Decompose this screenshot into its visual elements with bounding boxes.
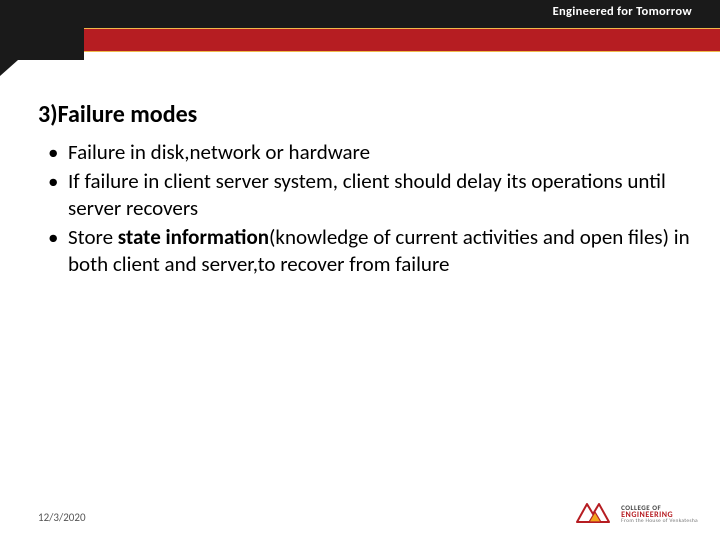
logo-text: COLLEGE OF ENGINEERING From the House of… [621, 504, 698, 525]
logo-line3: From the House of Venkatesha [621, 519, 698, 525]
bullet-prefix: Store [68, 224, 118, 250]
tagline-text: Engineered for Tomorrow [553, 4, 692, 19]
red-band [0, 28, 720, 52]
bullet-bold: state information [118, 224, 269, 250]
slide-heading: 3)Failure modes [38, 100, 690, 129]
left-square-notch [0, 60, 18, 76]
bullet-list: Failure in disk,network or hardware If f… [48, 139, 690, 277]
bullet-text: Failure in disk,network or hardware [68, 139, 370, 165]
bullet-text: If failure in client server system, clie… [68, 168, 666, 221]
slide: Engineered for Tomorrow 3)Failure modes … [0, 0, 720, 540]
footer-logo: COLLEGE OF ENGINEERING From the House of… [575, 500, 698, 528]
content-area: 3)Failure modes Failure in disk,network … [38, 100, 690, 279]
logo-mark-icon [575, 500, 615, 528]
footer-date: 12/3/2020 [38, 511, 86, 524]
list-item: Store state information(knowledge of cur… [48, 224, 690, 278]
left-square [0, 0, 84, 60]
list-item: If failure in client server system, clie… [48, 168, 690, 222]
list-item: Failure in disk,network or hardware [48, 139, 690, 166]
